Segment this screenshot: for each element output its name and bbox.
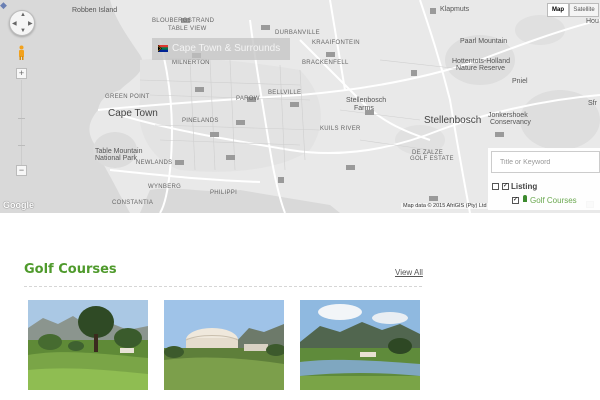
- zoom-slider-tick: [18, 145, 25, 146]
- pan-up-icon[interactable]: ▲: [20, 12, 26, 18]
- map-label: KRAAIFONTEIN: [312, 40, 360, 46]
- section-title: Golf Courses: [24, 262, 117, 277]
- map-label: Sfr: [588, 100, 597, 107]
- golf-courses-filter-label[interactable]: Golf Courses: [530, 196, 577, 205]
- south-africa-flag-icon: [158, 45, 168, 52]
- listing-checkbox[interactable]: ✓: [502, 183, 509, 190]
- golf-courses-checkbox[interactable]: ✓: [512, 197, 519, 204]
- map-label: Paarl Mountain: [460, 38, 508, 45]
- map-label: BELLVILLE: [268, 90, 302, 96]
- section-divider: [24, 286, 422, 287]
- google-logo[interactable]: Google: [3, 200, 34, 210]
- map-label: National Park: [95, 155, 138, 162]
- map-label: PINELANDS: [182, 118, 219, 124]
- map-label: WYNBERG: [148, 184, 182, 190]
- listing-label: Listing: [511, 182, 538, 191]
- golf-course-thumbnail[interactable]: [164, 300, 284, 390]
- collapse-checkbox[interactable]: [492, 183, 499, 190]
- map-label: PHILIPPI: [210, 190, 238, 196]
- map-label: BRACKENFELL: [302, 60, 349, 66]
- map-label: TABLE VIEW: [168, 26, 207, 32]
- map-label: Nature Reserve: [456, 65, 506, 72]
- map-label: Conservancy: [490, 119, 531, 126]
- zoom-out-button[interactable]: −: [16, 165, 27, 176]
- golf-course-thumbnail[interactable]: [28, 300, 148, 390]
- view-all-link[interactable]: View All: [395, 268, 423, 277]
- pegman-icon[interactable]: [17, 45, 26, 61]
- map-pin-icon: [523, 195, 527, 202]
- map-label: NEWLANDS: [136, 160, 173, 166]
- map-label: Cape Town: [108, 108, 158, 119]
- zoom-slider-handle[interactable]: [18, 118, 25, 119]
- map[interactable]: Robben Island BLOUBERGSTRAND TABLE VIEW …: [0, 0, 600, 213]
- pan-control[interactable]: ▲ ▼ ◀ ▶: [9, 10, 35, 36]
- region-label-text: Cape Town & Surrounds: [172, 43, 281, 54]
- map-label: DURBANVILLE: [275, 30, 320, 36]
- map-label: Jonkershoek: [488, 112, 528, 119]
- pan-down-icon[interactable]: ▼: [20, 28, 26, 34]
- map-label: BLOUBERGSTRAND: [152, 18, 215, 24]
- map-attribution[interactable]: Map data © 2015 AfriGIS (Pty) Ltd: [401, 203, 489, 209]
- search-input[interactable]: [491, 151, 600, 173]
- map-label: Klapmuts: [440, 6, 470, 13]
- map-label: Hou: [586, 18, 599, 25]
- map-label: Pniel: [512, 78, 528, 85]
- map-label: MILNERTON: [172, 60, 210, 66]
- map-label: GOLF ESTATE: [410, 156, 454, 162]
- zoom-slider-track[interactable]: [21, 80, 22, 166]
- map-label: Table Mountain: [95, 148, 143, 155]
- map-label: GREEN POINT: [105, 94, 150, 100]
- map-label: Farms: [354, 105, 374, 112]
- pan-left-icon[interactable]: ◀: [12, 20, 17, 27]
- region-label[interactable]: Cape Town & Surrounds: [152, 38, 290, 60]
- map-label: Stellenbosch: [424, 115, 482, 126]
- map-label: PAROW: [236, 96, 260, 102]
- map-type-map-button[interactable]: Map: [547, 3, 569, 17]
- pan-right-icon[interactable]: ▶: [28, 20, 33, 27]
- map-label: Robben Island: [72, 7, 118, 14]
- map-label: CONSTANTIA: [112, 200, 154, 206]
- map-label: KUILS RIVER: [320, 126, 361, 132]
- zoom-in-button[interactable]: +: [16, 68, 27, 79]
- map-label: Hottentots-Holland: [452, 58, 510, 65]
- map-label: Stellenbosch: [346, 97, 387, 104]
- golf-course-thumbnail[interactable]: [300, 300, 420, 390]
- expand-icon[interactable]: ◆: [0, 0, 7, 11]
- map-type-satellite-button[interactable]: Satellite: [569, 3, 599, 17]
